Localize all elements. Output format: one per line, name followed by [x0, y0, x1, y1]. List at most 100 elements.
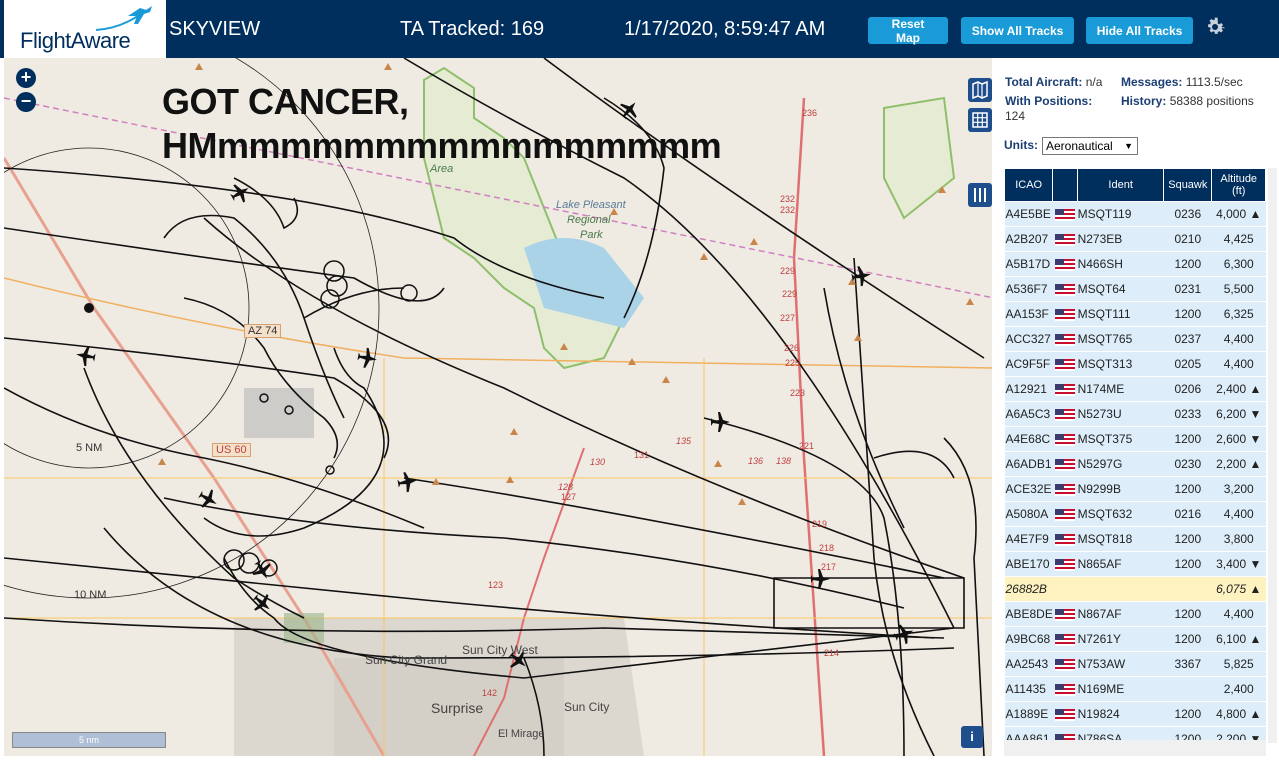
map-layers-button[interactable]: [968, 78, 992, 102]
ident-cell: MSQT313: [1077, 351, 1164, 377]
icao-cell: A2B207: [1004, 226, 1053, 252]
table-row[interactable]: A5B17D N466SH 1200 6,300: [1004, 251, 1266, 277]
table-row[interactable]: ACE32E N9299B 1200 3,200: [1004, 476, 1266, 502]
squawk-cell: 1200: [1163, 551, 1212, 577]
az74-label: AZ 74: [244, 324, 282, 338]
squawk-cell: 0230: [1163, 451, 1212, 477]
table-row[interactable]: ACC327 MSQT765 0237 4,400: [1004, 326, 1266, 352]
altitude-cell: 4,800 ▲: [1211, 701, 1266, 727]
messages-stat: Messages: 1113.5/sec: [1121, 75, 1243, 90]
flag-cell: [1052, 701, 1078, 727]
zoom-in-button[interactable]: +: [16, 68, 36, 88]
reset-map-button[interactable]: Reset Map: [868, 17, 948, 45]
app-title: SKYVIEW: [169, 18, 261, 40]
road-number: 218: [819, 543, 835, 553]
altitude-cell: 3,200: [1211, 476, 1266, 502]
us-flag-icon: [1054, 558, 1075, 571]
column-header-icao[interactable]: ICAO: [1003, 168, 1054, 202]
toggle-sidebar-button[interactable]: [968, 183, 992, 207]
column-header-squawk[interactable]: Squawk: [1163, 168, 1213, 202]
table-row[interactable]: 26882B 6,075 ▲: [1004, 576, 1266, 602]
flightaware-logo[interactable]: FlightAware: [4, 0, 166, 60]
grid-toggle-button[interactable]: [968, 108, 992, 132]
horizontal-scrollbar[interactable]: [1004, 740, 1266, 756]
table-row[interactable]: A2B207 N273EB 0210 4,425: [1004, 226, 1266, 252]
icao-cell: A1889E: [1004, 701, 1053, 727]
table-row[interactable]: A536F7 MSQT64 0231 5,500: [1004, 276, 1266, 302]
column-header-flag[interactable]: [1052, 168, 1079, 202]
table-row[interactable]: AA153F MSQT111 1200 6,325: [1004, 301, 1266, 327]
info-button[interactable]: i: [961, 726, 983, 748]
table-row[interactable]: A5080A MSQT632 0216 4,400: [1004, 501, 1266, 527]
squawk-cell: 0231: [1163, 276, 1212, 302]
history-value: 58388 positions: [1169, 94, 1254, 108]
table-row[interactable]: A11435 N169ME 2,400: [1004, 676, 1266, 702]
squawk-cell: 1200: [1163, 426, 1212, 452]
icao-cell: A4E7F9: [1004, 526, 1053, 552]
us-flag-icon: [1054, 208, 1075, 221]
ident-cell: MSQT111: [1077, 301, 1164, 327]
table-row[interactable]: A1889E N19824 1200 4,800 ▲: [1004, 701, 1266, 727]
table-row[interactable]: AC9F5F MSQT313 0205 4,400: [1004, 351, 1266, 377]
table-row[interactable]: A4E7F9 MSQT818 1200 3,800: [1004, 526, 1266, 552]
squawk-cell: 0216: [1163, 501, 1212, 527]
flag-cell: [1052, 476, 1078, 502]
ident-cell: MSQT765: [1077, 326, 1164, 352]
road-number: 131: [634, 450, 650, 460]
show-all-tracks-button[interactable]: Show All Tracks: [961, 17, 1074, 44]
altitude-cell: 2,200 ▲: [1211, 451, 1266, 477]
table-row[interactable]: A9BC68 N7261Y 1200 6,100 ▲: [1004, 626, 1266, 652]
ident-cell: N7261Y: [1077, 626, 1164, 652]
overlay-line-1: GOT CANCER,: [162, 81, 409, 122]
squawk-cell: 0237: [1163, 326, 1212, 352]
history-label: History:: [1121, 94, 1167, 108]
logo-text: FlightAware: [20, 28, 131, 53]
ident-cell: N5297G: [1077, 451, 1164, 477]
road-number: 135: [676, 436, 692, 446]
ident-cell: N865AF: [1077, 551, 1164, 577]
column-header-ident[interactable]: Ident: [1077, 168, 1165, 202]
altitude-cell: 4,000 ▲: [1211, 201, 1266, 227]
table-row[interactable]: ABE170 N865AF 1200 3,400 ▼: [1004, 551, 1266, 577]
table-row[interactable]: A4E68C MSQT375 1200 2,600 ▼: [1004, 426, 1266, 452]
flag-cell: [1052, 626, 1078, 652]
us-flag-icon: [1054, 433, 1075, 446]
hide-all-tracks-button[interactable]: Hide All Tracks: [1086, 17, 1193, 44]
table-row[interactable]: AA2543 N753AW 3367 5,825: [1004, 651, 1266, 677]
icao-cell: 26882B: [1004, 576, 1053, 602]
table-row[interactable]: A6ADB1 N5297G 0230 2,200 ▲: [1004, 451, 1266, 477]
table-scrollbar[interactable]: [1268, 168, 1277, 743]
icao-cell: A6A5C3: [1004, 401, 1053, 427]
range-10nm-label: 10 NM: [74, 589, 107, 601]
column-header-altitude[interactable]: Altitude (ft): [1211, 168, 1266, 202]
altitude-cell: 3,800: [1211, 526, 1266, 552]
flag-cell: [1052, 401, 1078, 427]
history-stat: History: 58388 positions: [1121, 94, 1261, 109]
units-select[interactable]: Aeronautical ▼: [1042, 137, 1138, 155]
icao-cell: ACE32E: [1004, 476, 1053, 502]
zoom-out-button[interactable]: −: [16, 92, 36, 112]
scale-bar: 5 nm: [12, 732, 166, 748]
units-label: Units:: [1004, 138, 1038, 152]
table-row[interactable]: ABE8DE N867AF 1200 4,400: [1004, 601, 1266, 627]
table-row[interactable]: A12921 N174ME 0206 2,400 ▲: [1004, 376, 1266, 402]
us-flag-icon: [1054, 458, 1075, 471]
us-flag-icon: [1054, 608, 1075, 621]
flag-cell: [1052, 426, 1078, 452]
table-row[interactable]: A4E5BE MSQT119 0236 4,000 ▲: [1004, 201, 1266, 227]
chevron-down-icon: ▼: [1124, 141, 1133, 151]
flag-cell: [1052, 526, 1078, 552]
aircraft-table-body: A4E5BE MSQT119 0236 4,000 ▲ A2B207 N273EB 0210…: [1004, 201, 1266, 752]
total-aircraft-stat: Total Aircraft: n/a: [1005, 75, 1102, 90]
sun-city-west-label: Sun City West: [462, 643, 538, 657]
gear-icon[interactable]: [1203, 15, 1227, 39]
ident-cell: MSQT64: [1077, 276, 1164, 302]
top-bar: FlightAware SKYVIEW TA Tracked: 169 1/17…: [0, 0, 1279, 60]
ident-cell: N273EB: [1077, 226, 1164, 252]
us-flag-icon: [1054, 708, 1075, 721]
map-view[interactable]: AZ 74 US 60 5 NM 10 NM Lake Pleasant Reg…: [4, 58, 992, 756]
icao-cell: AA153F: [1004, 301, 1053, 327]
table-row[interactable]: A6A5C3 N5273U 0233 6,200 ▼: [1004, 401, 1266, 427]
road-number: 236: [802, 108, 818, 118]
squawk-cell: [1163, 576, 1212, 602]
